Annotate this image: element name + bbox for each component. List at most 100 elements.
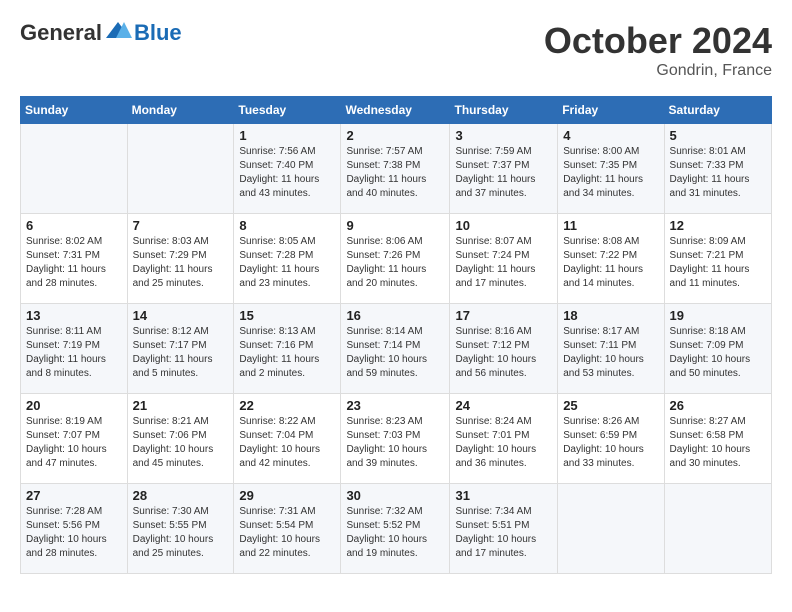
calendar-cell: 12 Sunrise: 8:09 AMSunset: 7:21 PMDayligh… bbox=[664, 214, 771, 304]
title-block: October 2024 Gondrin, France bbox=[544, 20, 772, 80]
calendar-cell: 22Sunrise: 8:22 AMSunset: 7:04 PMDayligh… bbox=[234, 394, 341, 484]
day-number: 7 bbox=[133, 218, 229, 233]
calendar-week-row: 6 Sunrise: 8:02 AMSunset: 7:31 PMDaylight… bbox=[21, 214, 772, 304]
day-number: 26 bbox=[670, 398, 766, 413]
calendar-cell: 25 Sunrise: 8:26 AMSunset: 6:59 PMDayligh… bbox=[558, 394, 664, 484]
day-number: 21 bbox=[133, 398, 229, 413]
day-number: 15 bbox=[239, 308, 335, 323]
day-info: Sunrise: 8:24 AMSunset: 7:01 PMDaylight:… bbox=[455, 415, 552, 471]
day-info: Sunrise: 8:23 AMSunset: 7:03 PMDaylight:… bbox=[346, 415, 444, 471]
calendar-cell: 8 Sunrise: 8:05 AMSunset: 7:28 PMDaylight… bbox=[234, 214, 341, 304]
day-info: Sunrise: 8:02 AMSunset: 7:31 PMDaylight:… bbox=[26, 235, 122, 291]
calendar-cell: 4 Sunrise: 8:00 AMSunset: 7:35 PMDaylight… bbox=[558, 124, 664, 214]
day-info: Sunrise: 8:12 AMSunset: 7:17 PMDaylight:… bbox=[133, 325, 229, 381]
day-info: Sunrise: 8:07 AMSunset: 7:24 PMDaylight:… bbox=[455, 235, 552, 291]
page-header: General Blue October 2024 Gondrin, Franc… bbox=[20, 20, 772, 80]
day-info: Sunrise: 8:05 AMSunset: 7:28 PMDaylight:… bbox=[239, 235, 335, 291]
day-info: Sunrise: 7:56 AMSunset: 7:40 PMDaylight:… bbox=[239, 145, 335, 201]
day-info: Sunrise: 7:34 AMSunset: 5:51 PMDaylight:… bbox=[455, 505, 552, 561]
calendar-cell: 17 Sunrise: 8:16 AMSunset: 7:12 PMDayligh… bbox=[450, 304, 558, 394]
calendar-cell: 30Sunrise: 7:32 AMSunset: 5:52 PMDayligh… bbox=[341, 484, 450, 574]
day-info: Sunrise: 8:17 AMSunset: 7:11 PMDaylight:… bbox=[563, 325, 658, 381]
calendar-cell bbox=[21, 124, 128, 214]
calendar-cell: 26 Sunrise: 8:27 AMSunset: 6:58 PMDayligh… bbox=[664, 394, 771, 484]
day-info: Sunrise: 8:01 AMSunset: 7:33 PMDaylight:… bbox=[670, 145, 766, 201]
calendar-cell: 1Sunrise: 7:56 AMSunset: 7:40 PMDaylight… bbox=[234, 124, 341, 214]
day-info: Sunrise: 8:27 AMSunset: 6:58 PMDaylight:… bbox=[670, 415, 766, 471]
day-number: 6 bbox=[26, 218, 122, 233]
calendar-cell: 16 Sunrise: 8:14 AMSunset: 7:14 PMDayligh… bbox=[341, 304, 450, 394]
day-number: 3 bbox=[455, 128, 552, 143]
calendar-header-row: SundayMondayTuesdayWednesdayThursdayFrid… bbox=[21, 97, 772, 124]
calendar-cell: 13 Sunrise: 8:11 AMSunset: 7:19 PMDayligh… bbox=[21, 304, 128, 394]
calendar-cell: 15 Sunrise: 8:13 AMSunset: 7:16 PMDayligh… bbox=[234, 304, 341, 394]
day-of-week-header: Monday bbox=[127, 97, 234, 124]
logo-icon bbox=[104, 20, 132, 42]
calendar-week-row: 13 Sunrise: 8:11 AMSunset: 7:19 PMDayligh… bbox=[21, 304, 772, 394]
calendar-cell: 14 Sunrise: 8:12 AMSunset: 7:17 PMDayligh… bbox=[127, 304, 234, 394]
day-number: 12 bbox=[670, 218, 766, 233]
calendar-cell: 18 Sunrise: 8:17 AMSunset: 7:11 PMDayligh… bbox=[558, 304, 664, 394]
day-info: Sunrise: 8:03 AMSunset: 7:29 PMDaylight:… bbox=[133, 235, 229, 291]
calendar-cell: 29Sunrise: 7:31 AMSunset: 5:54 PMDayligh… bbox=[234, 484, 341, 574]
calendar-week-row: 20 Sunrise: 8:19 AMSunset: 7:07 PMDayligh… bbox=[21, 394, 772, 484]
day-number: 9 bbox=[346, 218, 444, 233]
calendar-cell: 3 Sunrise: 7:59 AMSunset: 7:37 PMDaylight… bbox=[450, 124, 558, 214]
day-number: 10 bbox=[455, 218, 552, 233]
day-number: 16 bbox=[346, 308, 444, 323]
day-info: Sunrise: 8:21 AMSunset: 7:06 PMDaylight:… bbox=[133, 415, 229, 471]
day-number: 27 bbox=[26, 488, 122, 503]
day-info: Sunrise: 8:00 AMSunset: 7:35 PMDaylight:… bbox=[563, 145, 658, 201]
calendar-week-row: 1Sunrise: 7:56 AMSunset: 7:40 PMDaylight… bbox=[21, 124, 772, 214]
logo-blue-text: Blue bbox=[134, 20, 182, 46]
day-number: 4 bbox=[563, 128, 658, 143]
day-info: Sunrise: 8:13 AMSunset: 7:16 PMDaylight:… bbox=[239, 325, 335, 381]
day-number: 8 bbox=[239, 218, 335, 233]
day-number: 18 bbox=[563, 308, 658, 323]
day-number: 13 bbox=[26, 308, 122, 323]
day-info: Sunrise: 8:26 AMSunset: 6:59 PMDaylight:… bbox=[563, 415, 658, 471]
calendar-cell: 11Sunrise: 8:08 AMSunset: 7:22 PMDayligh… bbox=[558, 214, 664, 304]
day-info: Sunrise: 7:59 AMSunset: 7:37 PMDaylight:… bbox=[455, 145, 552, 201]
calendar-cell: 9 Sunrise: 8:06 AMSunset: 7:26 PMDaylight… bbox=[341, 214, 450, 304]
calendar-cell bbox=[664, 484, 771, 574]
calendar-cell bbox=[558, 484, 664, 574]
calendar-cell: 7 Sunrise: 8:03 AMSunset: 7:29 PMDaylight… bbox=[127, 214, 234, 304]
day-info: Sunrise: 8:18 AMSunset: 7:09 PMDaylight:… bbox=[670, 325, 766, 381]
day-info: Sunrise: 8:16 AMSunset: 7:12 PMDaylight:… bbox=[455, 325, 552, 381]
calendar-cell: 19 Sunrise: 8:18 AMSunset: 7:09 PMDayligh… bbox=[664, 304, 771, 394]
day-number: 24 bbox=[455, 398, 552, 413]
calendar-cell: 23Sunrise: 8:23 AMSunset: 7:03 PMDayligh… bbox=[341, 394, 450, 484]
day-number: 31 bbox=[455, 488, 552, 503]
calendar-cell: 28Sunrise: 7:30 AMSunset: 5:55 PMDayligh… bbox=[127, 484, 234, 574]
day-info: Sunrise: 8:14 AMSunset: 7:14 PMDaylight:… bbox=[346, 325, 444, 381]
day-of-week-header: Saturday bbox=[664, 97, 771, 124]
day-of-week-header: Tuesday bbox=[234, 97, 341, 124]
day-info: Sunrise: 8:19 AMSunset: 7:07 PMDaylight:… bbox=[26, 415, 122, 471]
day-of-week-header: Sunday bbox=[21, 97, 128, 124]
day-of-week-header: Thursday bbox=[450, 97, 558, 124]
calendar-cell: 31 Sunrise: 7:34 AMSunset: 5:51 PMDayligh… bbox=[450, 484, 558, 574]
day-info: Sunrise: 8:09 AMSunset: 7:21 PMDaylight:… bbox=[670, 235, 766, 291]
day-number: 20 bbox=[26, 398, 122, 413]
calendar-cell: 2Sunrise: 7:57 AMSunset: 7:38 PMDaylight… bbox=[341, 124, 450, 214]
day-number: 25 bbox=[563, 398, 658, 413]
calendar-table: SundayMondayTuesdayWednesdayThursdayFrid… bbox=[20, 96, 772, 574]
calendar-cell: 27 Sunrise: 7:28 AMSunset: 5:56 PMDayligh… bbox=[21, 484, 128, 574]
day-number: 14 bbox=[133, 308, 229, 323]
calendar-cell: 21 Sunrise: 8:21 AMSunset: 7:06 PMDayligh… bbox=[127, 394, 234, 484]
calendar-cell bbox=[127, 124, 234, 214]
day-number: 19 bbox=[670, 308, 766, 323]
day-info: Sunrise: 7:28 AMSunset: 5:56 PMDaylight:… bbox=[26, 505, 122, 561]
day-number: 30 bbox=[346, 488, 444, 503]
day-info: Sunrise: 7:30 AMSunset: 5:55 PMDaylight:… bbox=[133, 505, 229, 561]
day-info: Sunrise: 7:31 AMSunset: 5:54 PMDaylight:… bbox=[239, 505, 335, 561]
day-info: Sunrise: 8:11 AMSunset: 7:19 PMDaylight:… bbox=[26, 325, 122, 381]
logo-general-text: General bbox=[20, 20, 102, 46]
day-number: 17 bbox=[455, 308, 552, 323]
day-number: 5 bbox=[670, 128, 766, 143]
day-info: Sunrise: 8:08 AMSunset: 7:22 PMDaylight:… bbox=[563, 235, 658, 291]
day-info: Sunrise: 7:57 AMSunset: 7:38 PMDaylight:… bbox=[346, 145, 444, 201]
calendar-cell: 24 Sunrise: 8:24 AMSunset: 7:01 PMDayligh… bbox=[450, 394, 558, 484]
day-info: Sunrise: 8:06 AMSunset: 7:26 PMDaylight:… bbox=[346, 235, 444, 291]
